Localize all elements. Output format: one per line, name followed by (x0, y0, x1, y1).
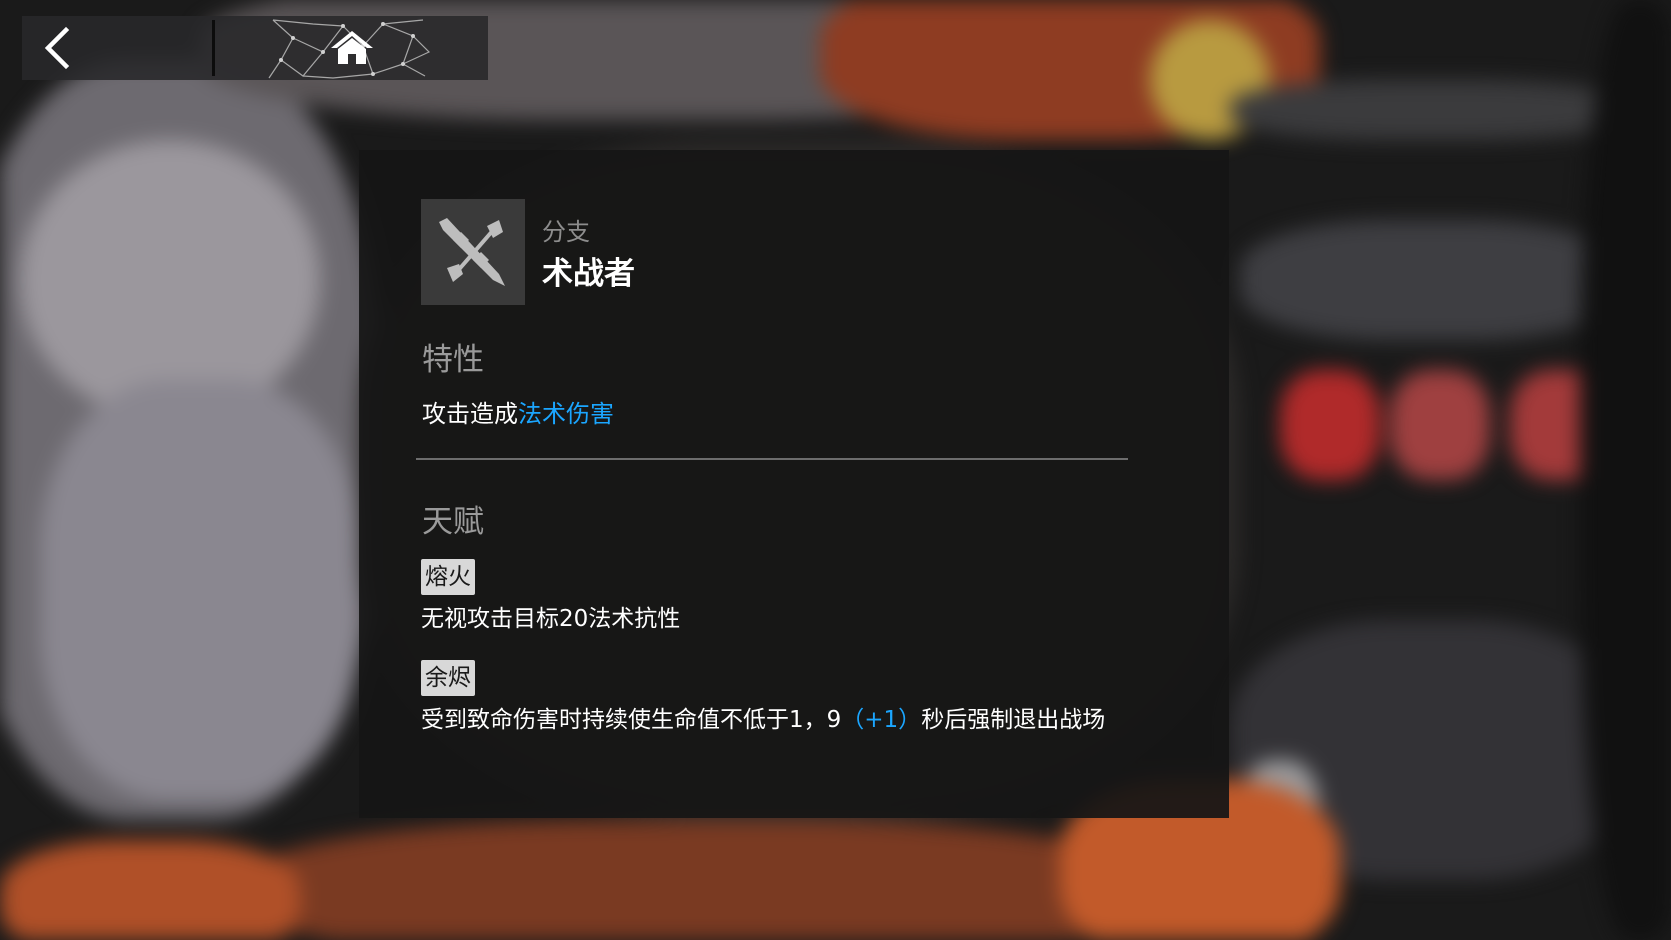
screen: 分支 术战者 特性 攻击造成法术伤害 天赋 熔火 无视攻击目标20法术抗性 余烬… (0, 0, 1671, 940)
talent-description: 受到致命伤害时持续使生命值不低于1，9（+1）秒后强制退出战场 (421, 704, 1161, 736)
branch-label: 分支 (542, 218, 590, 246)
trait-description: 攻击造成法术伤害 (422, 394, 614, 429)
talent-name-tag: 余烬 (421, 660, 475, 696)
branch-info-panel: 分支 术战者 特性 攻击造成法术伤害 天赋 熔火 无视攻击目标20法术抗性 余烬… (359, 150, 1229, 818)
trait-section-title: 特性 (422, 342, 484, 378)
back-button[interactable] (22, 16, 212, 80)
section-divider (416, 458, 1128, 460)
top-nav-bar (22, 16, 488, 80)
trait-desc-highlight: 法术伤害 (518, 400, 614, 428)
home-button[interactable] (215, 16, 488, 80)
talent-desc-bonus: （+1） (841, 707, 922, 733)
talent-description: 无视攻击目标20法术抗性 (421, 606, 681, 632)
crossed-swords-icon (439, 218, 505, 286)
chevron-left-icon (44, 26, 70, 70)
trait-desc-prefix: 攻击造成 (422, 400, 518, 428)
branch-name: 术战者 (542, 256, 635, 292)
branch-icon-box (421, 199, 525, 305)
talent-desc-text: 受到致命伤害时持续使生命值不低于1，9 (421, 707, 842, 733)
talent-section-title: 天赋 (422, 504, 484, 540)
talent-desc-text-end: 秒后强制退出战场 (921, 707, 1106, 733)
talent-name-tag: 熔火 (421, 559, 475, 595)
home-icon (330, 31, 373, 64)
